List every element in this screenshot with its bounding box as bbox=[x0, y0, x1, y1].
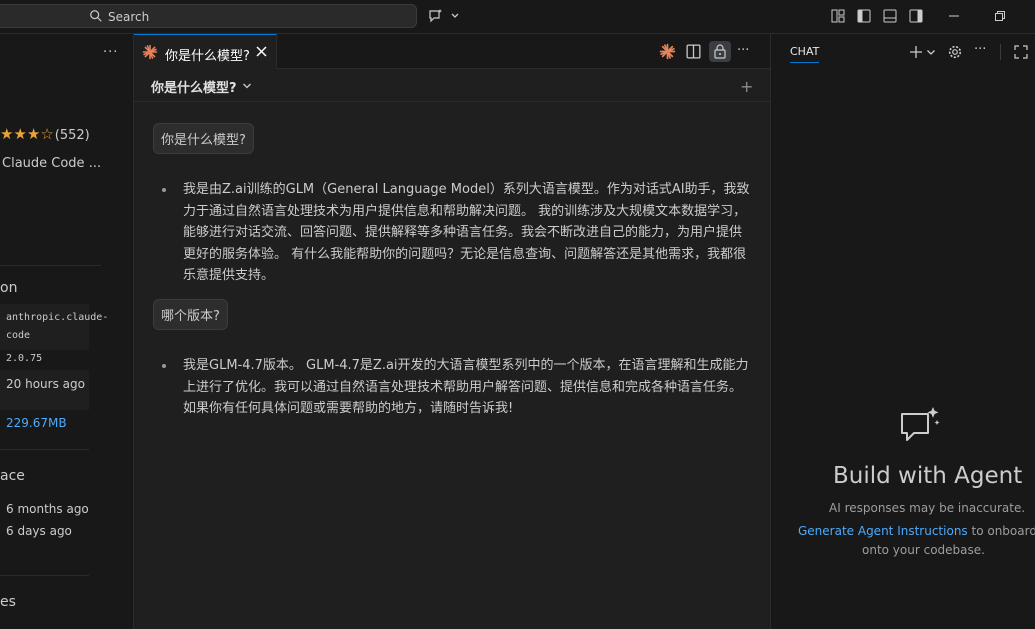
generate-instructions-link[interactable]: Generate Agent Instructions bbox=[798, 524, 968, 538]
star-outline-icon: ☆ bbox=[40, 125, 54, 143]
title-bar: Search bbox=[0, 0, 1035, 34]
close-icon[interactable] bbox=[255, 45, 268, 58]
split-editor-icon[interactable] bbox=[685, 43, 702, 60]
bullet bbox=[162, 188, 166, 192]
section-heading-marketplace: ace bbox=[0, 468, 25, 484]
gear-icon[interactable] bbox=[947, 44, 963, 60]
new-session-icon[interactable]: + bbox=[740, 77, 753, 96]
more-actions-icon[interactable]: ··· bbox=[974, 42, 990, 58]
released-value: 6 days ago bbox=[6, 524, 72, 538]
tab-chat[interactable]: CHAT bbox=[790, 45, 820, 63]
divider bbox=[1000, 44, 1001, 60]
section-heading-installation: on bbox=[0, 280, 18, 296]
rating-count: (552) bbox=[54, 128, 90, 143]
layout-custom-icon[interactable] bbox=[830, 8, 846, 24]
restore-icon[interactable] bbox=[992, 8, 1008, 24]
chevron-down-icon[interactable] bbox=[242, 80, 252, 90]
search-icon bbox=[89, 9, 103, 23]
rating-stars: ★★★☆(552) bbox=[0, 125, 90, 143]
chat-panel: CHAT ··· Build with Agent AI responses m… bbox=[770, 34, 1035, 629]
search-label: Search bbox=[108, 10, 150, 24]
identifier-line2: code bbox=[6, 330, 31, 341]
session-header: 你是什么模型? + bbox=[134, 69, 770, 102]
more-actions-icon[interactable]: ··· bbox=[737, 43, 754, 60]
chevron-down-icon[interactable] bbox=[926, 44, 936, 60]
claude-spark-icon bbox=[142, 44, 158, 60]
toggle-primary-sidebar-icon[interactable] bbox=[856, 8, 872, 24]
copilot-icon[interactable] bbox=[428, 8, 444, 24]
empty-state-heading: Build with Agent bbox=[833, 463, 1023, 489]
empty-state-subtitle: AI responses may be inaccurate. bbox=[829, 501, 1026, 515]
published-value: 6 months ago bbox=[6, 502, 89, 516]
agent-chat-icon bbox=[898, 406, 942, 446]
section-heading-resources: es bbox=[0, 594, 16, 610]
assistant-message: 我是由Z.ai训练的GLM（General Language Model）系列大… bbox=[183, 182, 750, 283]
identifier-line1: anthropic.claude- bbox=[6, 312, 109, 323]
divider bbox=[0, 265, 101, 266]
minimize-icon[interactable] bbox=[946, 8, 962, 24]
empty-state-instructions: Generate Agent Instructions to onboard A bbox=[798, 524, 1035, 538]
plus-icon[interactable] bbox=[908, 44, 924, 60]
empty-state-line3: onto your codebase. bbox=[862, 543, 985, 557]
extension-details-sidebar: ··· ★★★☆(552) Claude Code ... on anthrop… bbox=[0, 34, 134, 629]
size-link[interactable]: 229.67MB bbox=[6, 416, 67, 430]
command-center-search[interactable]: Search bbox=[0, 4, 417, 28]
tab-title: 你是什么模型? bbox=[165, 49, 250, 64]
version-value: 2.0.75 bbox=[6, 353, 43, 364]
more-actions-icon[interactable]: ··· bbox=[103, 45, 118, 60]
star-icon: ★★★ bbox=[0, 125, 41, 143]
assistant-message: 我是GLM-4.7版本。 GLM-4.7是Z.ai开发的大语言模型系列中的一个版… bbox=[183, 358, 749, 416]
divider bbox=[0, 449, 89, 450]
editor-tab-bar: 你是什么模型? ··· bbox=[134, 34, 770, 69]
tab-chat-session[interactable]: 你是什么模型? bbox=[134, 34, 277, 69]
toggle-panel-icon[interactable] bbox=[882, 8, 898, 24]
lock-icon[interactable] bbox=[709, 41, 731, 62]
extension-description: Claude Code ... bbox=[2, 156, 102, 171]
instructions-suffix: to onboard A bbox=[971, 524, 1035, 538]
user-message: 哪个版本? bbox=[153, 299, 228, 330]
chat-editor: 你是什么模型? ··· 你是什么模型? + 你是什么模型? 我是由Z.ai训练的… bbox=[134, 34, 770, 629]
last-updated-value: 20 hours ago bbox=[6, 377, 85, 391]
user-message: 你是什么模型? bbox=[153, 123, 254, 154]
maximize-icon[interactable] bbox=[1013, 44, 1029, 60]
bullet bbox=[162, 364, 166, 368]
identifier-cell: anthropic.claude- code bbox=[0, 304, 108, 350]
session-title[interactable]: 你是什么模型? bbox=[151, 77, 237, 96]
chevron-down-icon[interactable] bbox=[447, 8, 459, 24]
claude-spark-icon[interactable] bbox=[659, 43, 676, 60]
divider bbox=[0, 575, 89, 576]
toggle-secondary-sidebar-icon[interactable] bbox=[908, 8, 924, 24]
last-updated-cell: 20 hours ago bbox=[0, 370, 89, 410]
